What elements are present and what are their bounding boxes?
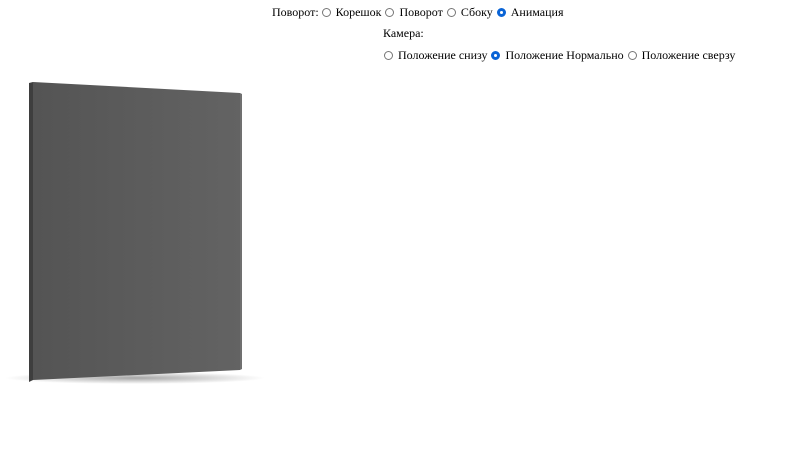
- camera-option-top[interactable]: Положение сверзу: [627, 47, 736, 63]
- rotation-radio-animation[interactable]: [496, 7, 506, 17]
- page-root: Поворот: Корешок Поворот Сбоку Анимация …: [0, 0, 800, 450]
- book-spine-edge: [29, 82, 33, 382]
- camera-option-normal[interactable]: Положение Нормально: [491, 47, 624, 63]
- camera-radio-bottom[interactable]: [384, 50, 393, 60]
- rotation-option-animation[interactable]: Анимация: [496, 4, 564, 20]
- rotation-option-label: Корешок: [335, 4, 382, 19]
- rotation-option-label: Поворот: [399, 4, 443, 19]
- rotation-option-label: Анимация: [510, 4, 564, 19]
- camera-option-label: Положение снизу: [398, 47, 488, 62]
- rotation-label: Поворот:: [272, 4, 319, 19]
- rotation-option-side[interactable]: Сбоку: [446, 4, 493, 20]
- rotation-controls: Поворот: Корешок Поворот Сбоку Анимация: [272, 4, 563, 20]
- rotation-radio-side[interactable]: [446, 7, 456, 17]
- rotation-radio-rotate[interactable]: [385, 7, 395, 17]
- rotation-radio-spine[interactable]: [321, 7, 331, 17]
- camera-radio-normal[interactable]: [491, 50, 501, 60]
- book-shadow: [5, 372, 265, 384]
- book-page-edge: [240, 93, 242, 370]
- camera-radio-top[interactable]: [627, 50, 637, 60]
- camera-option-label: Положение Нормально: [505, 47, 624, 62]
- camera-controls: Положение снизу Положение Нормально Поло…: [384, 47, 735, 63]
- camera-option-label: Положение сверзу: [641, 47, 736, 62]
- rotation-option-label: Сбоку: [460, 4, 493, 19]
- book-3d-view: [5, 82, 265, 384]
- rotation-option-spine[interactable]: Корешок: [321, 4, 382, 20]
- book-cover[interactable]: [33, 82, 240, 380]
- rotation-option-rotate[interactable]: Поворот: [385, 4, 443, 20]
- camera-option-bottom[interactable]: Положение снизу: [384, 48, 487, 63]
- camera-heading: Камера:: [383, 26, 424, 40]
- camera-label: Камера:: [383, 25, 424, 40]
